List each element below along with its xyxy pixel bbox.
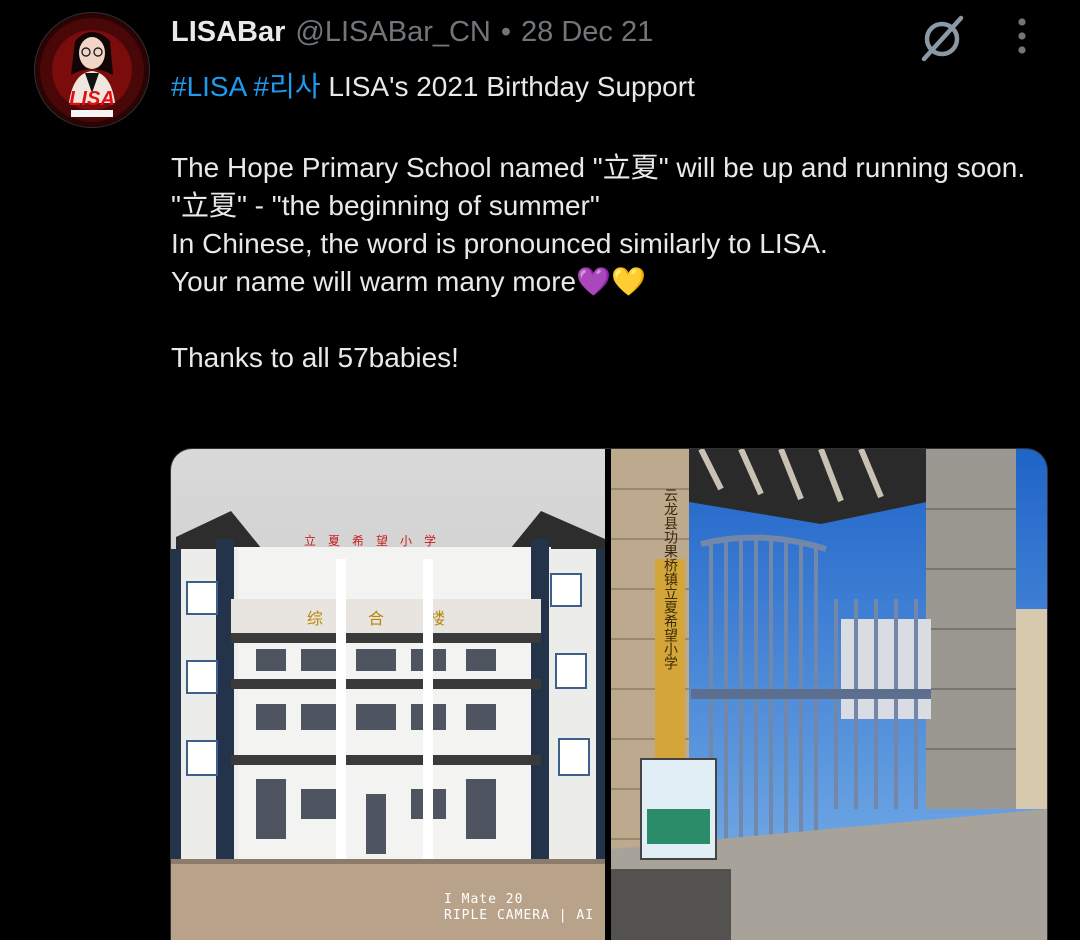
photo-school-building[interactable]: 立夏希望小学 综 合 楼 xyxy=(171,449,605,940)
tweet-line-1: The Hope Primary School named "立夏" will … xyxy=(171,152,1026,183)
gate-sign: 云龙县功果桥镇立夏希望小学 xyxy=(662,488,678,670)
avatar[interactable]: LISA xyxy=(34,12,150,128)
watermark-line-2: RIPLE CAMERA | AI xyxy=(444,908,595,923)
school-name-sign: 立夏希望小学 xyxy=(304,533,448,548)
tweet-title-text: LISA's 2021 Birthday Support xyxy=(328,71,695,102)
tweet-header: LISABar @LISABar_CN • 28 Dec 21 xyxy=(171,14,653,50)
avatar-logo-text: LISA xyxy=(69,88,115,110)
handle[interactable]: @LISABar_CN xyxy=(295,16,490,49)
timestamp[interactable]: 28 Dec 21 xyxy=(521,16,653,49)
tweet-line-5: Thanks to all 57babies! xyxy=(171,342,459,373)
tweet-media: 立夏希望小学 综 合 楼 云龙县功果桥镇立夏希望小学 xyxy=(170,448,1048,940)
tweet-line-3: In Chinese, the word is pronounced simil… xyxy=(171,228,828,259)
avatar-image: LISA xyxy=(35,13,149,127)
watermark-line-1: I Mate 20 xyxy=(444,892,524,907)
building-sign: 综 合 楼 xyxy=(307,609,465,628)
school-building-image: 立夏希望小学 综 合 楼 xyxy=(171,449,605,940)
photo-school-gate[interactable]: 云龙县功果桥镇立夏希望小学 xyxy=(611,449,1047,940)
tweet-line-2: "立夏" - "the beginning of summer" xyxy=(171,190,600,221)
grok-icon[interactable] xyxy=(914,12,970,64)
tweet[interactable]: LISA LISABar @LISABar_CN • 28 Dec 21 #LI… xyxy=(0,0,1080,940)
separator-dot: • xyxy=(500,15,512,48)
tweet-title-line: #LISA #리사 LISA's 2021 Birthday Support xyxy=(171,68,1061,106)
school-gate-image: 云龙县功果桥镇立夏希望小学 xyxy=(611,449,1047,940)
display-name[interactable]: LISABar xyxy=(171,16,285,49)
hashtag-lisa[interactable]: #LISA xyxy=(171,71,246,102)
tweet-text: #LISA #리사 LISA's 2021 Birthday Support T… xyxy=(171,68,1061,377)
hashtag-korean[interactable]: #리사 xyxy=(254,71,321,102)
tweet-line-4: Your name will warm many more💜💛 xyxy=(171,266,646,297)
camera-watermark: I Mate 20 RIPLE CAMERA | AI xyxy=(444,892,594,924)
more-vertical-icon[interactable] xyxy=(1004,14,1040,60)
